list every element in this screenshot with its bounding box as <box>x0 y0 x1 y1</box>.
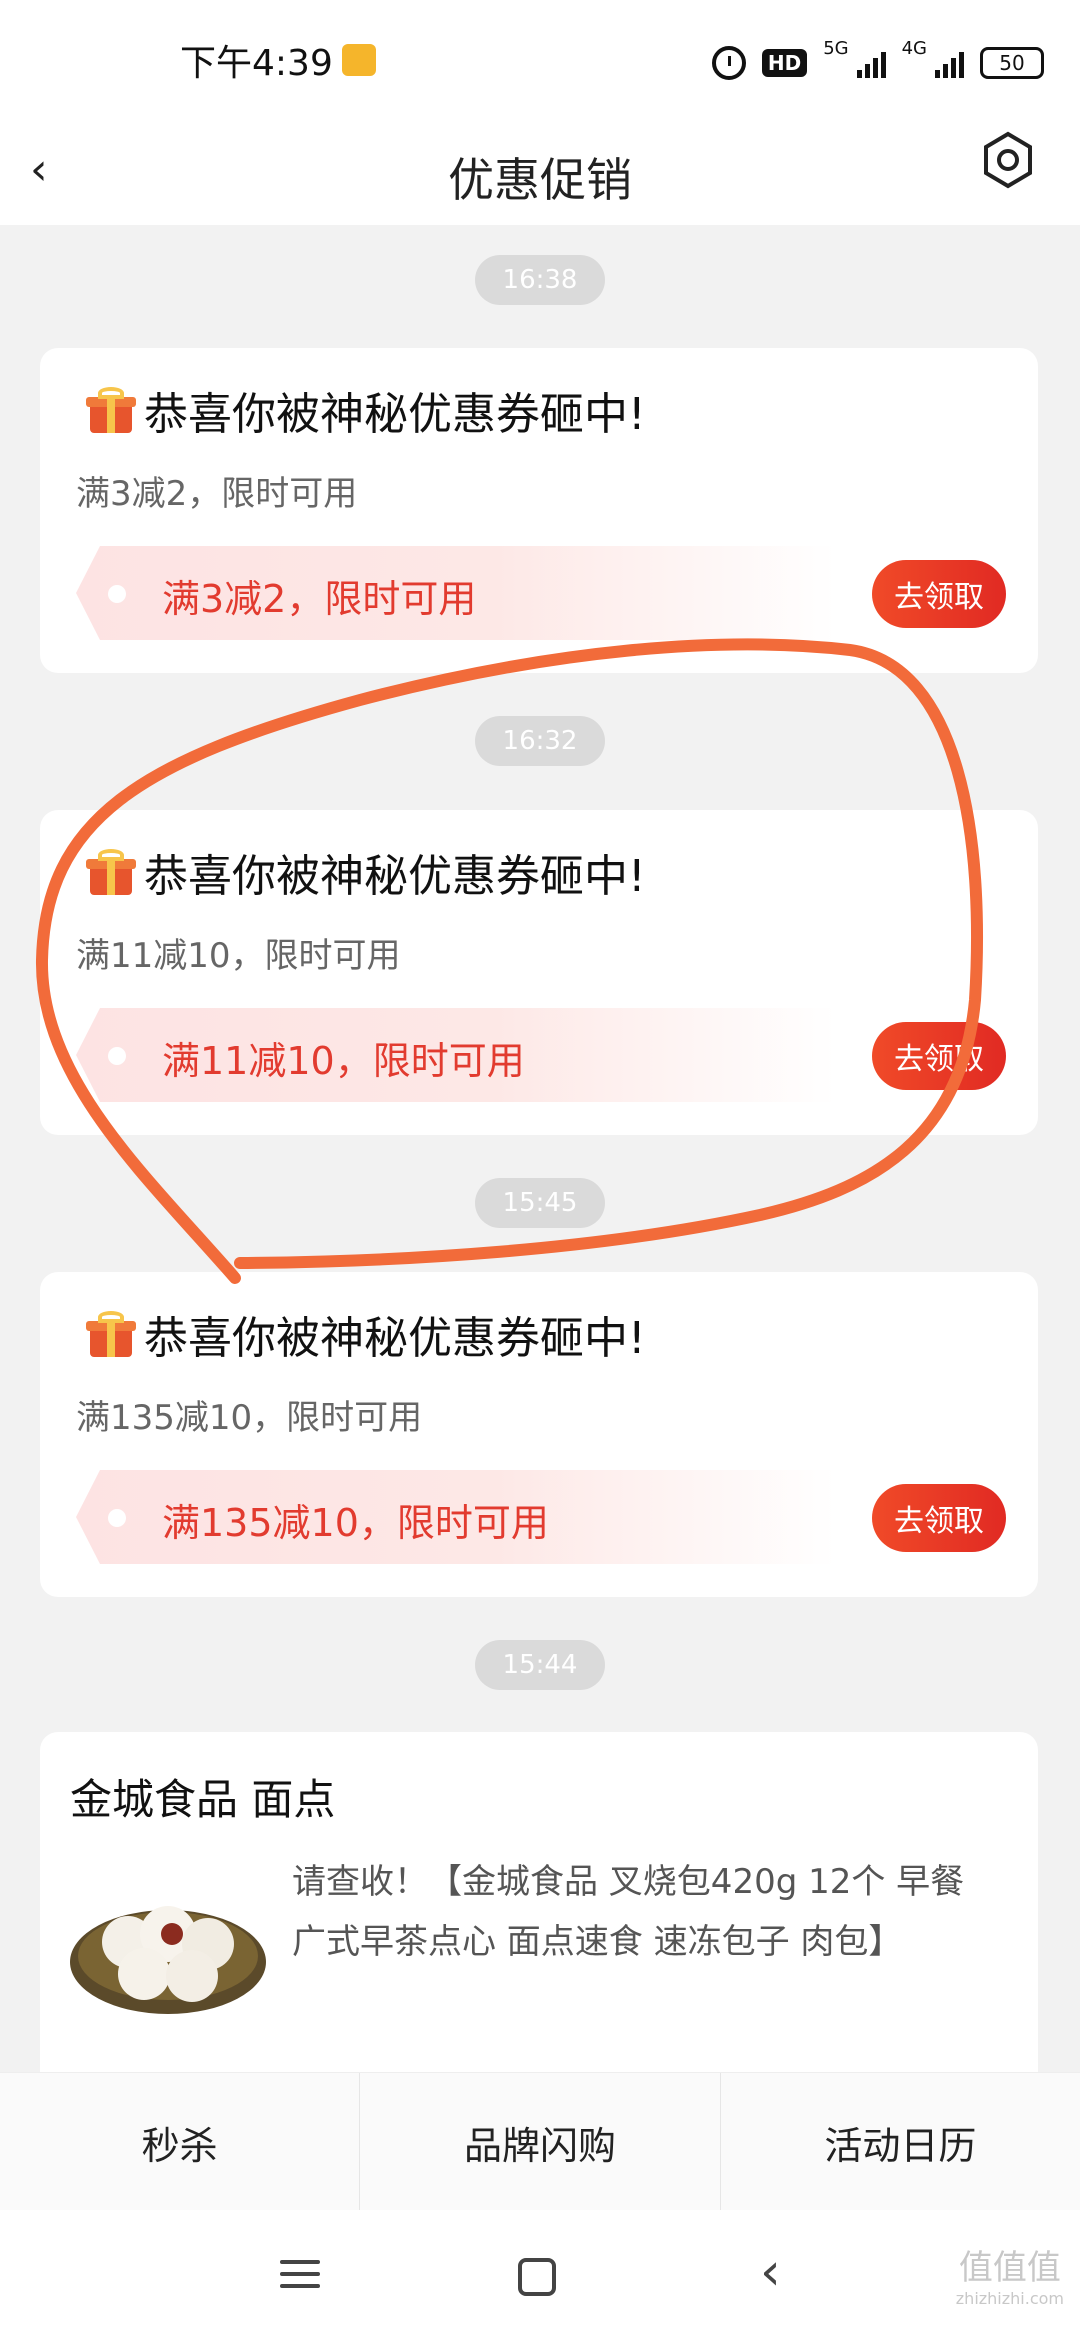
timestamp: 16:32 <box>474 716 606 766</box>
settings-icon[interactable] <box>978 130 1038 190</box>
message-title: 恭喜你被神秘优惠券砸中! <box>86 378 646 442</box>
page-title: 优惠促销 <box>448 153 632 207</box>
watermark: 值值值 zhizhizhi.com <box>956 2240 1064 2308</box>
claim-button[interactable]: 去领取 <box>872 560 1006 628</box>
hd-voice-badge: HD <box>761 49 808 77</box>
timestamp-row: 15:45 <box>0 1178 1080 1228</box>
timestamp: 15:45 <box>474 1178 606 1228</box>
timestamp-row: 16:32 <box>0 716 1080 766</box>
message-title-text: 恭喜你被神秘优惠券砸中! <box>144 389 646 440</box>
tab-event-calendar[interactable]: 活动日历 <box>721 2073 1080 2211</box>
watermark-main: 值值值 <box>958 2248 1061 2288</box>
timestamp-row: 15:44 <box>0 1640 1080 1690</box>
coupon-message-card[interactable]: 恭喜你被神秘优惠券砸中! 满135减10，限时可用 满135减10，限时可用 去… <box>40 1272 1038 1597</box>
tab-flash-sale[interactable]: 秒杀 <box>0 2073 361 2211</box>
signal-5g-icon <box>856 48 886 78</box>
coupon-text: 满11减10，限时可用 <box>162 1039 525 1083</box>
home-icon[interactable] <box>518 2258 556 2296</box>
network-4g-label: 4G <box>901 38 927 59</box>
timestamp-row: 16:38 <box>0 255 1080 305</box>
notes-app-icon <box>342 44 376 76</box>
menu-icon[interactable] <box>280 2260 320 2296</box>
timestamp: 15:44 <box>474 1640 606 1690</box>
coupon-message-card[interactable]: 恭喜你被神秘优惠券砸中! 满3减2，限时可用 满3减2，限时可用 去领取 <box>40 348 1038 673</box>
timestamp: 16:38 <box>474 255 606 305</box>
status-icons: HD 5G 4G 50 <box>711 38 1044 88</box>
alarm-icon <box>711 46 746 80</box>
message-subtitle: 满135减10，限时可用 <box>76 1398 423 1438</box>
message-title: 恭喜你被神秘优惠券砸中! <box>86 1302 646 1366</box>
watermark-sub: zhizhizhi.com <box>955 2289 1064 2308</box>
coupon-dot <box>108 1509 126 1527</box>
gift-icon <box>86 387 136 433</box>
product-image[interactable] <box>68 1872 268 2022</box>
message-title-text: 恭喜你被神秘优惠券砸中! <box>144 851 646 902</box>
system-nav-bar: ‹ <box>0 2210 1080 2340</box>
battery-icon: 50 <box>980 47 1044 79</box>
status-bar: 下午4:39 HD 5G 4G 50 <box>0 0 1080 120</box>
signal-4g-icon <box>935 48 964 78</box>
message-title: 恭喜你被神秘优惠券砸中! <box>86 840 646 904</box>
tab-brand-flash[interactable]: 品牌闪购 <box>360 2073 721 2211</box>
header: ‹ 优惠促销 <box>0 120 1080 225</box>
system-back-icon[interactable]: ‹ <box>760 2242 781 2302</box>
coupon-message-card[interactable]: 恭喜你被神秘优惠券砸中! 满11减10，限时可用 满11减10，限时可用 去领取 <box>40 810 1038 1135</box>
network-5g-label: 5G <box>823 38 849 59</box>
coupon-dot <box>108 585 126 603</box>
message-subtitle: 满11减10，限时可用 <box>76 936 401 976</box>
product-message-card[interactable]: 金城食品 面点 请查收！【金城食品 叉烧包420g 12个 早餐 广式早茶点心 … <box>40 1732 1038 2092</box>
claim-button[interactable]: 去领取 <box>872 1484 1006 1552</box>
bottom-tab-bar: 秒杀 品牌闪购 活动日历 <box>0 2072 1080 2211</box>
message-title-text: 恭喜你被神秘优惠券砸中! <box>144 1313 646 1364</box>
claim-button[interactable]: 去领取 <box>872 1022 1006 1090</box>
coupon-text: 满3减2，限时可用 <box>162 577 477 621</box>
message-subtitle: 满3减2，限时可用 <box>76 474 358 514</box>
gift-icon <box>86 1311 136 1357</box>
product-description: 请查收！【金城食品 叉烧包420g 12个 早餐 广式早茶点心 面点速食 速冻包… <box>292 1862 965 1962</box>
product-title: 金城食品 面点 <box>70 1775 336 1824</box>
gift-icon <box>86 849 136 895</box>
coupon-dot <box>108 1047 126 1065</box>
coupon-text: 满135减10，限时可用 <box>162 1501 549 1545</box>
status-time: 下午4:39 <box>180 43 333 84</box>
